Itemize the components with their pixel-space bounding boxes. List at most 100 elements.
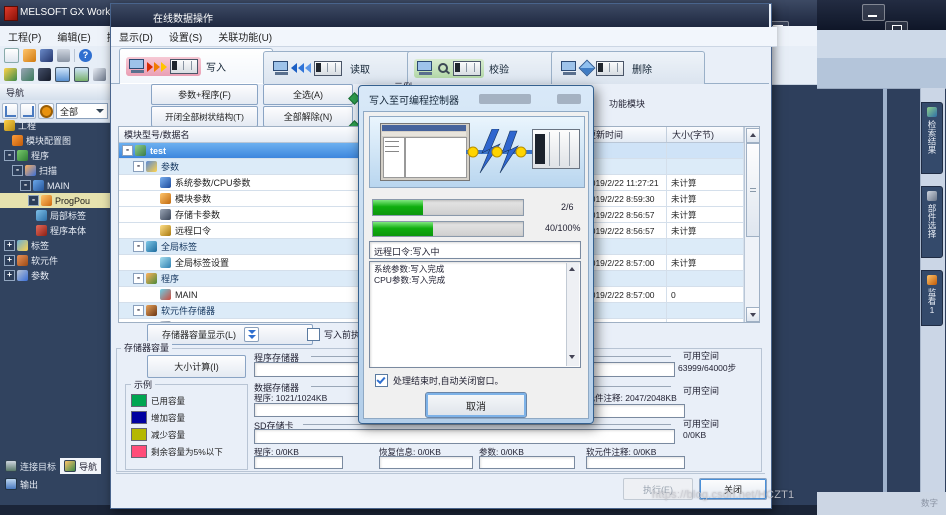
window2-icon[interactable]: [74, 67, 89, 82]
write-progress-dialog: 写入至可编程控制器: [358, 85, 594, 424]
nav-item-ProgPou[interactable]: -ProgPou: [0, 193, 110, 208]
scroll-down-button[interactable]: [746, 307, 760, 322]
menu-item-工程(P)[interactable]: 工程(P): [8, 29, 41, 44]
dock-tab-部件选择[interactable]: 部件选择: [921, 186, 943, 258]
select-all-button[interactable]: 全选(A): [263, 84, 353, 105]
minimize-button[interactable]: [862, 4, 885, 21]
dock-tab-icon: [927, 107, 937, 117]
nav-item-局部标签[interactable]: 局部标签: [0, 208, 110, 223]
new-file-icon[interactable]: [4, 48, 19, 63]
tree-view-button[interactable]: [20, 103, 36, 119]
nav-item-软元件[interactable]: +软元件: [0, 253, 110, 268]
tab-label: 校验: [489, 61, 509, 76]
expand-icon[interactable]: -: [133, 305, 144, 316]
write-arrows-icon: [161, 62, 167, 72]
expand-icon[interactable]: -: [20, 180, 31, 191]
menu-item-编辑(E)[interactable]: 编辑(E): [57, 29, 90, 44]
pre-write-checkbox[interactable]: [307, 328, 320, 341]
expand-icon[interactable]: +: [4, 240, 15, 251]
tree-toggle-button[interactable]: 开闭全部树状结构(T): [151, 106, 258, 127]
window-icon[interactable]: [55, 67, 70, 82]
cell-size: 未计算: [667, 207, 744, 222]
column-header[interactable]: 更新时间: [582, 127, 667, 142]
output-tab[interactable]: 输出: [1, 476, 42, 492]
expand-icon[interactable]: -: [28, 195, 39, 206]
read-arrows-icon: [291, 63, 297, 73]
tree-collapse-button[interactable]: [2, 103, 18, 119]
expand-icon[interactable]: -: [122, 145, 133, 156]
watermark: https://blog.csdn.net/HCZT1: [652, 489, 794, 501]
nav-item-程序[interactable]: -程序: [0, 148, 110, 163]
open-folder-icon[interactable]: [23, 49, 36, 62]
bottom-tab-导航[interactable]: 导航: [60, 458, 101, 474]
module-param-icon: [160, 193, 171, 204]
tab-icon-cluster: [126, 57, 201, 76]
column-header[interactable]: 大小(字节): [667, 127, 744, 142]
legend-swatch: [131, 394, 147, 407]
device-comment-bar: [586, 404, 685, 418]
legend-swatch: [131, 411, 147, 424]
settings-gear-button[interactable]: [38, 103, 54, 119]
cancel-button[interactable]: 取消: [425, 392, 527, 418]
tab-删除[interactable]: 删除: [551, 51, 705, 84]
plc-icon: [596, 61, 624, 76]
print-icon[interactable]: [57, 49, 70, 62]
dock-tab-监看1[interactable]: 监看1: [921, 270, 943, 326]
save-all-icon[interactable]: [21, 68, 34, 81]
nav-item-扫描[interactable]: -扫描: [0, 163, 110, 178]
expand-icon[interactable]: +: [4, 255, 15, 266]
save-icon[interactable]: [40, 49, 53, 62]
expand-icon[interactable]: +: [4, 270, 15, 281]
help-icon[interactable]: ?: [79, 49, 92, 62]
scroll-thumb[interactable]: [746, 143, 760, 237]
legend-item: 减少容量: [131, 426, 243, 443]
menu-item-设置(S)[interactable]: 设置(S): [169, 29, 202, 44]
menu-item-显示(D)[interactable]: 显示(D): [119, 29, 153, 44]
nav-item-模块配置图[interactable]: 模块配置图: [0, 133, 110, 148]
nav-item-标签[interactable]: +标签: [0, 238, 110, 253]
menu-item-关联功能(U)[interactable]: 关联功能(U): [218, 29, 272, 44]
param-program-button[interactable]: 参数+程序(F): [151, 84, 258, 105]
dock-tab-检索结果[interactable]: 检索结果: [921, 102, 943, 174]
cell-update-time: 2019/2/22 8:56:57: [582, 207, 667, 222]
total-progress-bar: [372, 221, 524, 237]
nav-item-工程[interactable]: 工程: [0, 118, 110, 133]
auto-close-checkbox[interactable]: [375, 374, 388, 387]
nav-item-程序本体[interactable]: 程序本体: [0, 223, 110, 238]
parameter-icon: [17, 270, 28, 281]
find-icon[interactable]: [93, 68, 106, 81]
bottom-tab-连接目标[interactable]: 连接目标: [1, 458, 60, 474]
tab-写入[interactable]: 写入: [119, 48, 273, 84]
table-scrollbar[interactable]: [744, 127, 759, 322]
nav-filter-select[interactable]: 全部: [56, 103, 108, 119]
program-group-icon: [146, 273, 157, 284]
output-label: 输出: [20, 478, 38, 491]
memcard-param-icon: [160, 209, 171, 220]
size-calc-button[interactable]: 大小计算(I): [147, 355, 246, 378]
cell-size: [667, 159, 744, 174]
expand-icon[interactable]: -: [133, 273, 144, 284]
expand-icon[interactable]: -: [133, 161, 144, 172]
tab-校验[interactable]: 校验: [407, 51, 561, 84]
cell-size: [667, 271, 744, 286]
main-icon: [33, 180, 44, 191]
tree-icon[interactable]: [4, 68, 17, 81]
splitter[interactable]: [883, 88, 887, 492]
expand-icon[interactable]: -: [133, 241, 144, 252]
deselect-all-button[interactable]: 全部解除(N): [263, 106, 353, 127]
write-arrows-icon: [147, 62, 153, 72]
expand-icon[interactable]: -: [12, 165, 23, 176]
nav-item-参数[interactable]: +参数: [0, 268, 110, 283]
cell-update-time: [582, 143, 667, 158]
nav-item-MAIN[interactable]: -MAIN: [0, 178, 110, 193]
log-scrollbar[interactable]: [566, 263, 579, 366]
nav-item-label: 模块配置图: [26, 134, 71, 147]
module-icon[interactable]: [38, 68, 51, 81]
legend-item-label: 剩余容量为5%以下: [151, 446, 223, 458]
sd-item-bar: [379, 456, 473, 469]
row-label: 参数: [161, 160, 179, 173]
expand-icon[interactable]: -: [4, 150, 15, 161]
scroll-up-button[interactable]: [746, 128, 760, 143]
auto-close-option[interactable]: 处理结束时,自动关闭窗口。: [375, 374, 504, 387]
row-label: 存储卡参数: [175, 208, 220, 221]
